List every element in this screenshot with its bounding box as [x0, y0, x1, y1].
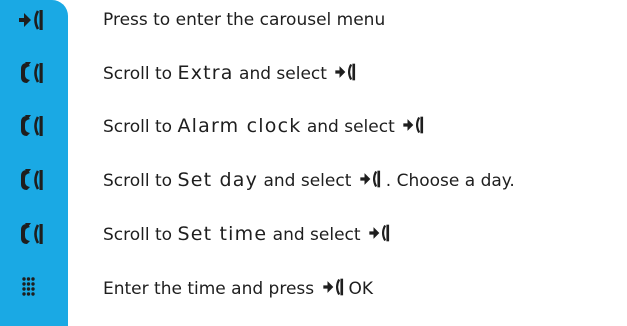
- step-5: Scroll to Set time and select: [0, 214, 627, 254]
- step-6-prefix: Enter the time and press: [103, 279, 315, 299]
- step-4-prefix: Scroll to: [103, 171, 178, 191]
- scroll-key-icon: [18, 114, 48, 138]
- step-6: Enter the time and press OK: [0, 268, 627, 308]
- step-2-text: Scroll to Extra and select: [103, 62, 361, 85]
- step-3-keyword: Alarm clock: [177, 115, 302, 137]
- scroll-key-icon: [18, 168, 48, 192]
- step-2-suffix: and select: [233, 64, 327, 84]
- menu-key-icon: [359, 169, 385, 189]
- step-4: Scroll to Set day and select . Choose a …: [0, 160, 627, 200]
- scroll-key-icon: [18, 61, 48, 85]
- menu-key-icon: [368, 223, 394, 243]
- step-6-tail: OK: [348, 279, 374, 299]
- menu-key-icon: [18, 8, 48, 32]
- step-4-tail: . Choose a day.: [385, 171, 515, 191]
- step-5-text: Scroll to Set time and select: [103, 223, 395, 246]
- step-1-text: Press to enter the carousel menu: [103, 10, 386, 30]
- menu-key-icon: [334, 62, 360, 82]
- step-4-text: Scroll to Set day and select . Choose a …: [103, 169, 515, 192]
- step-1: Press to enter the carousel menu: [0, 0, 627, 40]
- step-4-keyword: Set day: [177, 169, 259, 191]
- menu-key-icon: [322, 277, 348, 297]
- menu-key-icon: [402, 115, 428, 135]
- step-5-keyword: Set time: [177, 223, 268, 245]
- step-3-text: Scroll to Alarm clock and select: [103, 115, 429, 138]
- step-4-suffix: and select: [258, 171, 352, 191]
- step-6-text: Enter the time and press OK: [103, 277, 373, 300]
- step-5-suffix: and select: [267, 225, 361, 245]
- step-3-prefix: Scroll to: [103, 117, 178, 137]
- keypad-icon: [18, 276, 48, 300]
- step-2-prefix: Scroll to: [103, 64, 178, 84]
- step-5-prefix: Scroll to: [103, 225, 178, 245]
- scroll-key-icon: [18, 222, 48, 246]
- step-3: Scroll to Alarm clock and select: [0, 106, 627, 146]
- instruction-steps: Press to enter the carousel menu Scroll …: [0, 0, 627, 326]
- step-2: Scroll to Extra and select: [0, 53, 627, 93]
- step-2-keyword: Extra: [177, 62, 234, 84]
- step-3-suffix: and select: [301, 117, 395, 137]
